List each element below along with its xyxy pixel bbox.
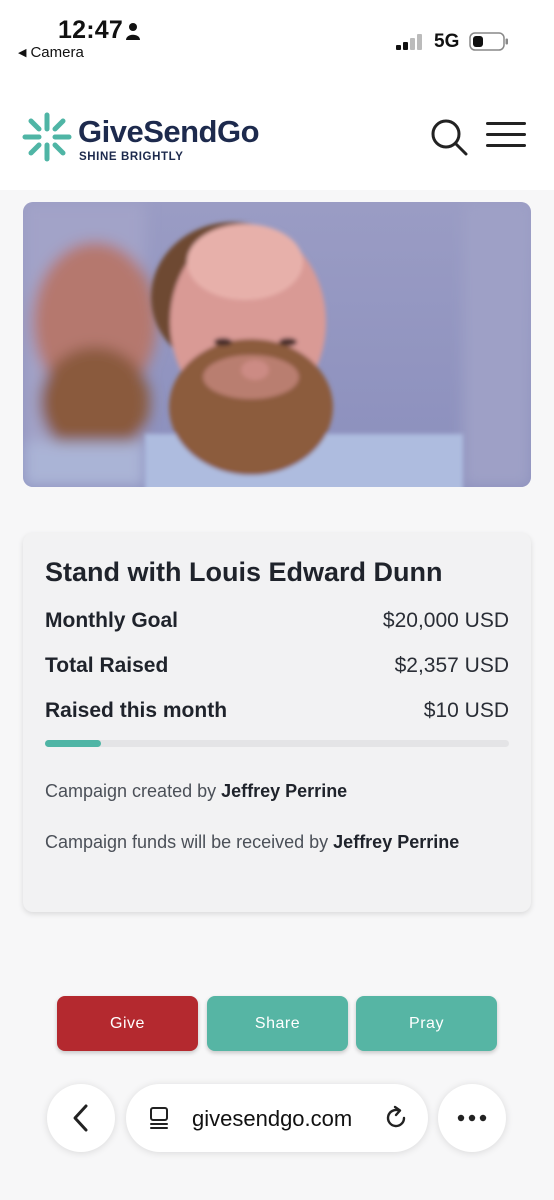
cellular-signal-icon — [396, 34, 422, 50]
raised-month-row: Raised this month $10 USD — [45, 699, 509, 723]
campaign-title: Stand with Louis Edward Dunn — [45, 557, 443, 587]
give-button[interactable]: Give — [57, 996, 198, 1051]
browser-toolbar: givesendgo.com — [0, 1060, 554, 1200]
site-header: GiveSendGo SHINE BRIGHTLY — [0, 70, 554, 190]
chevron-left-icon — [73, 1104, 88, 1132]
raised-month-value: $10 USD — [423, 699, 509, 722]
network-type: 5G — [434, 31, 460, 52]
more-dots-icon — [457, 1114, 487, 1122]
more-options-button[interactable] — [438, 1084, 506, 1152]
monthly-goal-value: $20,000 USD — [382, 609, 509, 632]
campaign-photo — [23, 202, 531, 487]
raised-month-label: Raised this month — [45, 699, 228, 722]
logo-tagline: SHINE BRIGHTLY — [79, 151, 184, 163]
address-bar[interactable]: givesendgo.com — [126, 1084, 428, 1152]
givesendgo-logo-icon[interactable] — [22, 112, 72, 162]
recipient-name-link[interactable]: Jeffrey Perrine — [333, 832, 459, 852]
creator-name-link[interactable]: Jeffrey Perrine — [221, 781, 347, 801]
reload-icon[interactable] — [382, 1104, 410, 1132]
campaign-recipient: Campaign funds will be received by Jeffr… — [45, 832, 459, 853]
battery-icon — [469, 32, 508, 51]
person-icon — [126, 23, 140, 40]
monthly-goal-label: Monthly Goal — [45, 609, 178, 632]
page-menu-icon[interactable] — [148, 1106, 172, 1130]
search-icon[interactable] — [430, 118, 468, 156]
funding-progress-bar — [45, 740, 509, 747]
total-raised-label: Total Raised — [45, 654, 169, 677]
monthly-goal-row: Monthly Goal $20,000 USD — [45, 609, 509, 633]
total-raised-row: Total Raised $2,357 USD — [45, 654, 509, 678]
back-triangle-icon: ◀ — [18, 47, 27, 59]
total-raised-value: $2,357 USD — [394, 654, 509, 677]
action-buttons: Give Share Pray — [0, 996, 554, 1052]
share-button[interactable]: Share — [207, 996, 348, 1051]
back-to-app-link[interactable]: ◀ Camera — [18, 44, 84, 61]
status-bar: 12:47 ◀ Camera 5G — [0, 0, 554, 70]
creator-prefix: Campaign created by — [45, 781, 217, 801]
url-text[interactable]: givesendgo.com — [192, 1106, 352, 1132]
campaign-creator: Campaign created by Jeffrey Perrine — [45, 781, 347, 802]
back-app-label: Camera — [30, 44, 84, 61]
pray-button[interactable]: Pray — [356, 996, 497, 1051]
campaign-card: Stand with Louis Edward Dunn Monthly Goa… — [23, 533, 531, 912]
status-time: 12:47 — [58, 16, 123, 44]
logo-wordmark[interactable]: GiveSendGo — [78, 114, 260, 150]
funding-progress-fill — [45, 740, 101, 747]
hamburger-menu-icon[interactable] — [486, 122, 526, 152]
browser-back-button[interactable] — [47, 1084, 115, 1152]
recipient-prefix: Campaign funds will be received by — [45, 832, 329, 852]
